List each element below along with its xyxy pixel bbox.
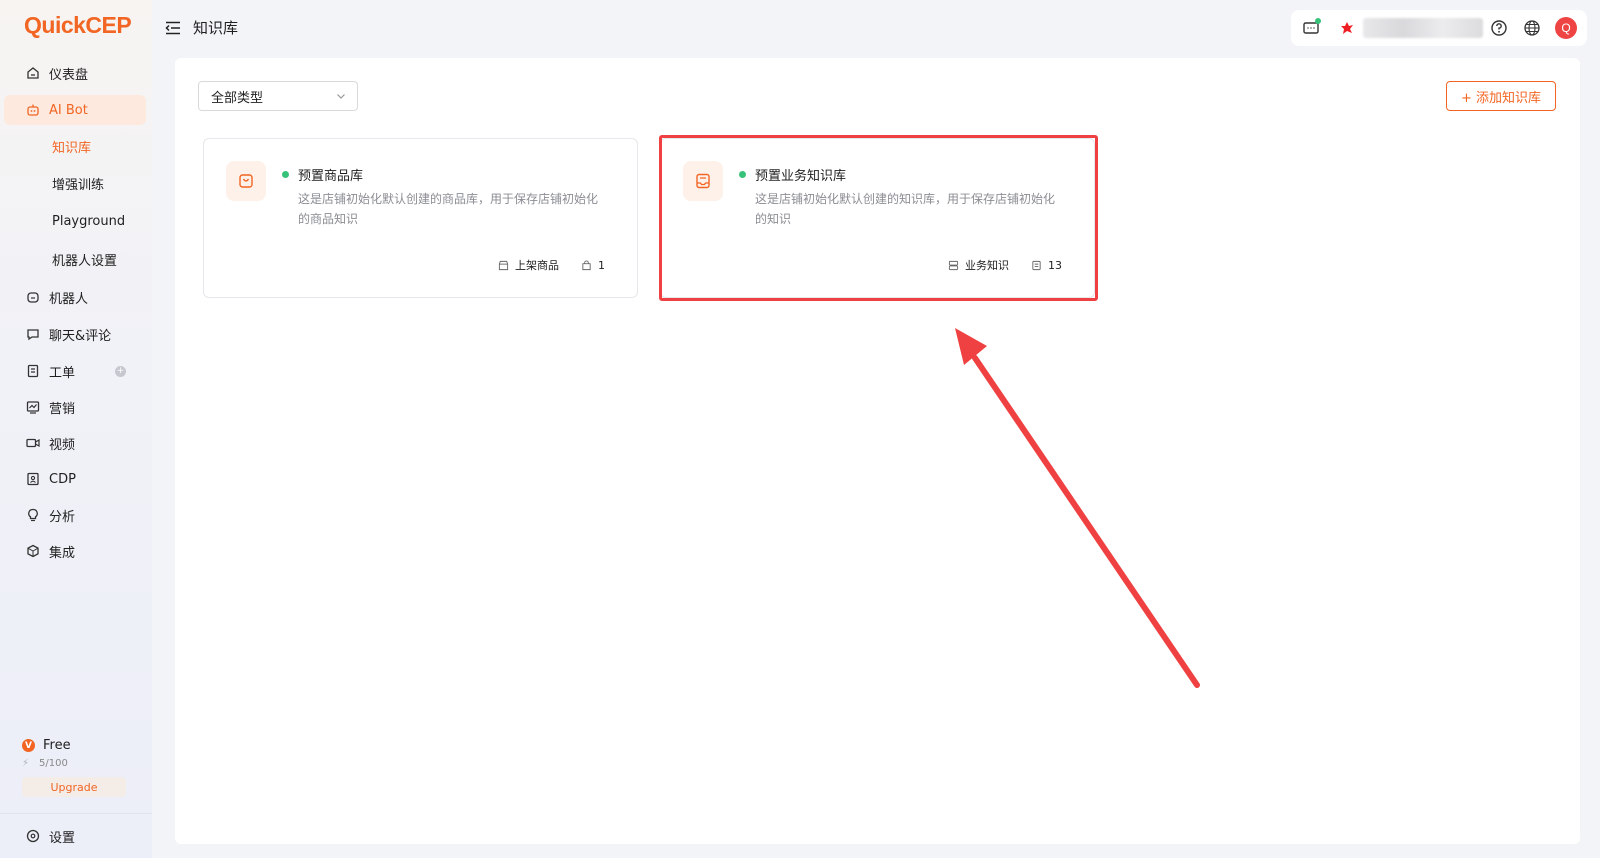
card-description: 这是店铺初始化默认创建的知识库，用于保存店铺初始化的知识 [755, 192, 1056, 226]
ticket-icon [26, 364, 40, 378]
bag-icon [582, 259, 591, 270]
status-dot [282, 171, 289, 178]
sidebar-subitem-label: 知识库 [52, 140, 92, 156]
sidebar-subitem-training[interactable]: 增强训练 [4, 168, 146, 198]
bolt-icon: ⚡ [22, 758, 30, 769]
add-ticket-badge[interactable]: + [115, 366, 126, 377]
document-icon [1032, 260, 1041, 270]
status-dot [739, 171, 746, 178]
sidebar-item-label: AI Bot [49, 102, 88, 118]
online-indicator [1315, 18, 1321, 24]
sidebar-item-label: 分析 [49, 509, 76, 525]
sidebar: QuickCEP 仪表盘 AI Bot 知识库 增强训练 Playground … [0, 0, 152, 858]
type-filter-select[interactable]: 全部类型 [198, 81, 358, 111]
sidebar-item-label: 聊天&评论 [49, 328, 112, 344]
card-meta-type: 上架商品 [515, 259, 559, 272]
sidebar-subitem-label: 机器人设置 [52, 253, 118, 269]
sidebar-item-label: 视频 [49, 437, 76, 453]
chevron-down-icon [335, 90, 347, 106]
bulb-icon [26, 508, 40, 522]
sidebar-item-settings[interactable]: 设置 [4, 821, 146, 851]
type-filter-value: 全部类型 [211, 90, 264, 106]
sidebar-divider [0, 813, 152, 814]
server-icon [948, 260, 959, 270]
cdp-icon [26, 472, 40, 486]
quickcep-logo[interactable]: QuickCEP [24, 12, 132, 39]
store-icon [498, 260, 509, 270]
sidebar-item-chat[interactable]: 聊天&评论 [4, 319, 146, 349]
sidebar-item-cdp[interactable]: CDP [4, 464, 146, 494]
sidebar-item-label: 设置 [49, 830, 76, 846]
card-meta-count: 1 [598, 258, 605, 272]
sidebar-item-label: 营销 [49, 401, 76, 417]
sidebar-item-dashboard[interactable]: 仪表盘 [4, 58, 146, 88]
card-description: 这是店铺初始化默认创建的商品库，用于保存店铺初始化的商品知识 [298, 192, 599, 226]
plan-usage: 5/100 [39, 758, 68, 769]
integration-icon [26, 544, 40, 558]
menu-toggle-icon[interactable] [164, 19, 182, 37]
bot-icon [26, 103, 40, 117]
main-panel: 全部类型 + 添加知识库 预置商品库 这是店铺初始化默认创建的商品库，用于保存店… [175, 58, 1580, 844]
brand-flower-icon[interactable] [1337, 18, 1357, 38]
sidebar-item-ticket[interactable]: 工单 + [4, 356, 146, 386]
help-icon[interactable] [1489, 18, 1509, 38]
sidebar-item-integration[interactable]: 集成 [4, 536, 146, 566]
settings-icon [26, 829, 40, 843]
sidebar-item-label: 集成 [49, 545, 76, 561]
card-title: 预置商品库 [298, 169, 364, 184]
message-icon[interactable] [1301, 18, 1321, 38]
sidebar-subitem-playground[interactable]: Playground [4, 206, 146, 236]
sidebar-item-label: CDP [49, 471, 76, 487]
inbox-icon [683, 161, 723, 201]
sidebar-item-label: 工单 [49, 365, 76, 381]
card-meta-type: 业务知识 [965, 259, 1009, 272]
user-avatar[interactable]: Q [1555, 17, 1577, 39]
chat-icon [26, 327, 40, 341]
video-icon [26, 436, 40, 450]
sidebar-item-marketing[interactable]: 营销 [4, 392, 146, 422]
sidebar-item-label: 机器人 [49, 291, 89, 307]
sidebar-item-ai-bot[interactable]: AI Bot [4, 95, 146, 125]
card-meta-count: 13 [1048, 258, 1062, 272]
globe-icon[interactable] [1522, 18, 1542, 38]
sidebar-subitem-label: 增强训练 [52, 177, 105, 193]
plan-badge-icon: V [22, 739, 35, 752]
knowledge-base-card[interactable]: 预置商品库 这是店铺初始化默认创建的商品库，用于保存店铺初始化的商品知识 上架商… [203, 138, 638, 298]
knowledge-base-card[interactable]: 预置业务知识库 这是店铺初始化默认创建的知识库，用于保存店铺初始化的知识 业务知… [660, 138, 1095, 298]
plan-panel: V Free ⚡ 5/100 Upgrade [22, 738, 132, 797]
page-title: 知识库 [193, 19, 239, 37]
blurred-account-name [1363, 18, 1483, 38]
shopping-bag-icon [226, 161, 266, 201]
marketing-icon [26, 400, 40, 414]
upgrade-button[interactable]: Upgrade [22, 777, 126, 797]
sidebar-item-robot[interactable]: 机器人 [4, 282, 146, 312]
home-icon [26, 66, 40, 80]
sidebar-item-analytics[interactable]: 分析 [4, 500, 146, 530]
add-knowledge-base-button[interactable]: + 添加知识库 [1446, 81, 1556, 111]
sidebar-subitem-knowledge-base[interactable]: 知识库 [4, 131, 146, 161]
plan-name: Free [43, 738, 71, 753]
robot-icon [26, 290, 40, 304]
sidebar-subitem-label: Playground [52, 213, 126, 229]
card-title: 预置业务知识库 [755, 169, 847, 184]
sidebar-subitem-bot-settings[interactable]: 机器人设置 [4, 244, 146, 274]
header-toolbar: Q [1291, 10, 1587, 46]
sidebar-item-video[interactable]: 视频 [4, 428, 146, 458]
sidebar-item-label: 仪表盘 [49, 67, 89, 83]
